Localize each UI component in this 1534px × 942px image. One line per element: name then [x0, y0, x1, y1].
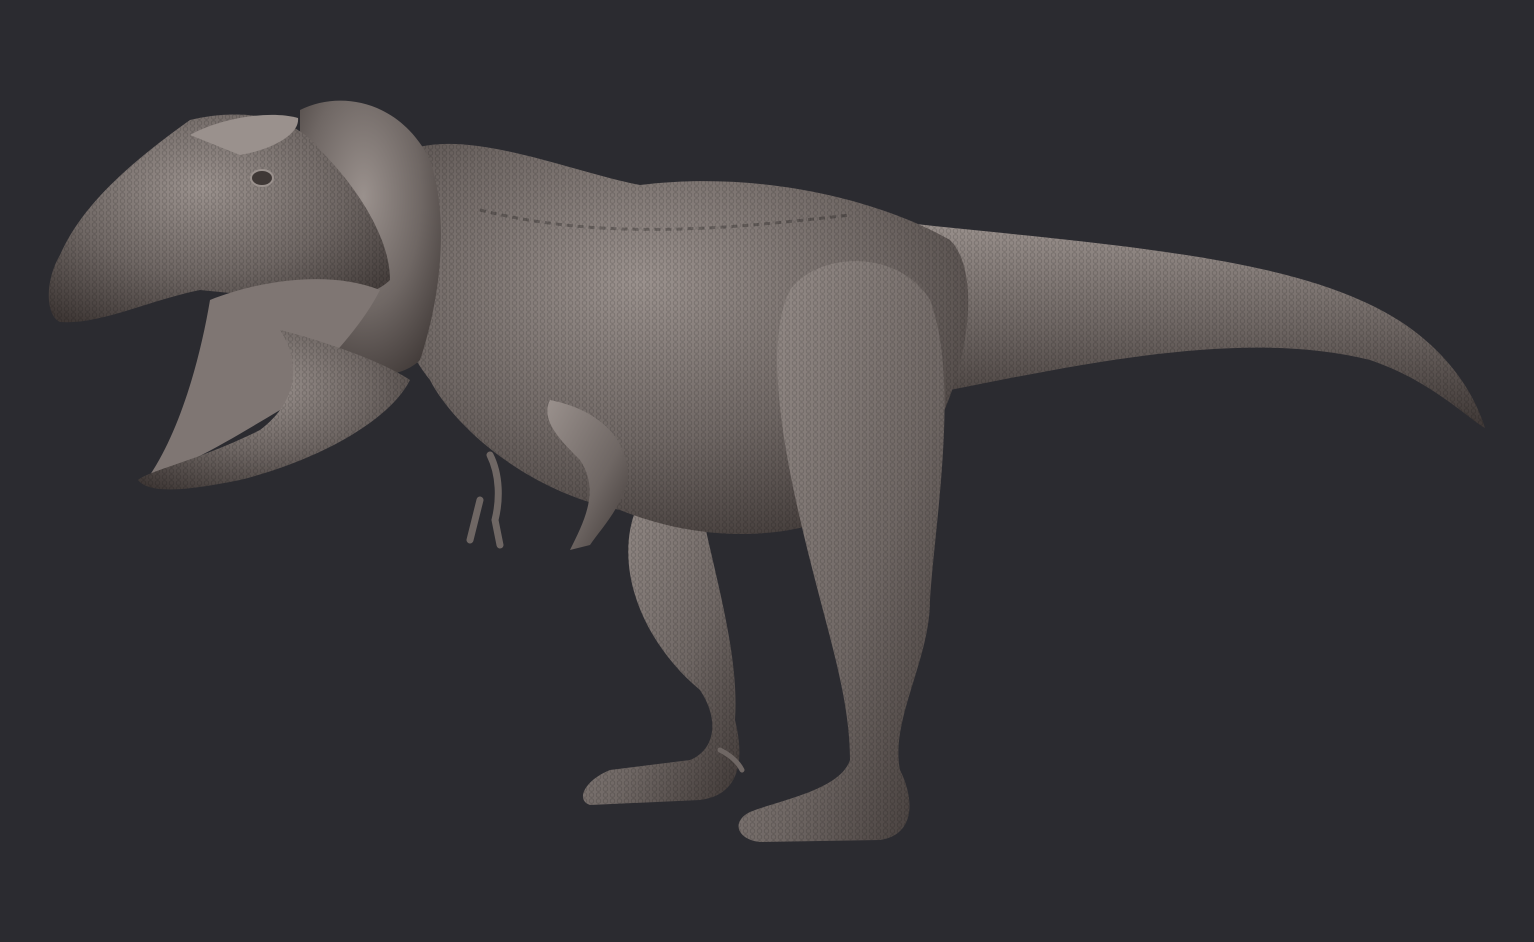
dinosaur-render	[0, 0, 1534, 942]
eye	[250, 169, 274, 187]
sculpt-viewport	[0, 0, 1534, 942]
